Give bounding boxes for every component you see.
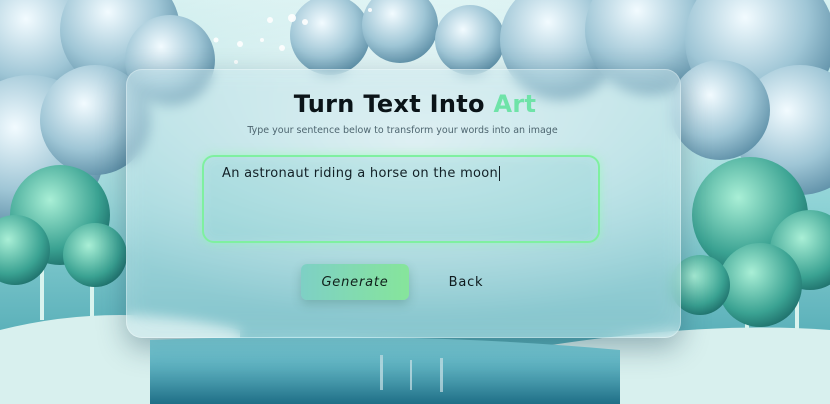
back-button[interactable]: Back (432, 266, 500, 298)
page-subtitle: Type your sentence below to transform yo… (247, 125, 558, 136)
prompt-input[interactable]: An astronaut riding a horse on the moon (202, 155, 600, 243)
title-main: Turn Text Into (293, 90, 494, 118)
page-title: Turn Text Into Art (0, 90, 830, 118)
title-accent: Art (493, 90, 537, 118)
generate-button[interactable]: Generate (301, 264, 409, 300)
prompt-input-value: An astronaut riding a horse on the moon (222, 166, 501, 181)
